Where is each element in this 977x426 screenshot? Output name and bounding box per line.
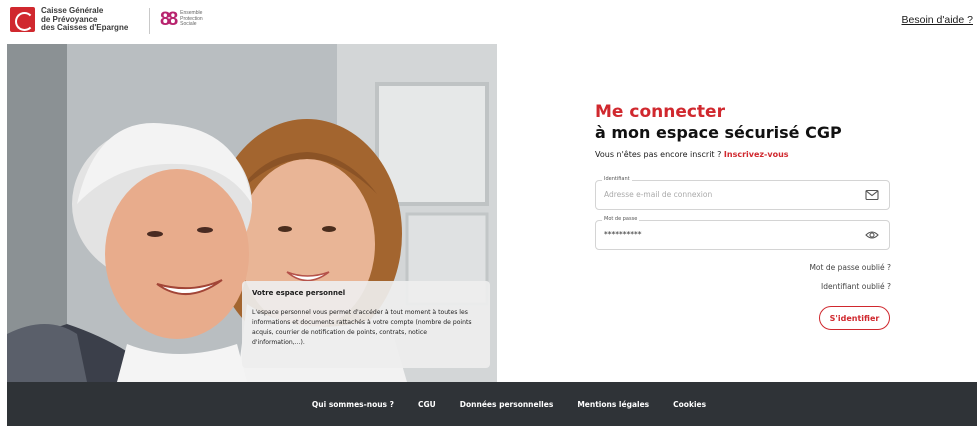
help-link[interactable]: Besoin d'aide ? bbox=[902, 14, 973, 26]
cgp-logo[interactable]: Caisse Générale de Prévoyance des Caisse… bbox=[10, 6, 129, 33]
partner-line-3: Sociale bbox=[180, 21, 197, 28]
page-subtitle: à mon espace sécurisé CGP bbox=[595, 123, 842, 142]
info-card-title: Votre espace personnel bbox=[252, 289, 346, 297]
site-footer: Qui sommes-nous ? CGU Données personnell… bbox=[7, 382, 977, 426]
mail-icon bbox=[865, 189, 879, 201]
site-header: Caisse Générale de Prévoyance des Caisse… bbox=[0, 0, 977, 44]
info-card: Votre espace personnel L'espace personne… bbox=[242, 281, 490, 368]
eye-icon[interactable] bbox=[865, 229, 879, 241]
eps-logo: 88 Ensemble Protection Sociale bbox=[160, 10, 203, 29]
password-label: Mot de passe bbox=[602, 216, 640, 222]
page-title: Me connecter bbox=[595, 102, 725, 122]
login-panel: Me connecter à mon espace sécurisé CGP V… bbox=[497, 44, 977, 382]
footer-link-cookies[interactable]: Cookies bbox=[673, 400, 706, 409]
footer-nav: Qui sommes-nous ? CGU Données personnell… bbox=[7, 382, 977, 426]
identifier-field[interactable]: Identifiant bbox=[595, 176, 890, 210]
info-card-text: L'espace personnel vous permet d'accéder… bbox=[252, 309, 472, 346]
login-button[interactable]: S'identifier bbox=[819, 306, 890, 330]
forgot-password-link[interactable]: Mot de passe oublié ? bbox=[809, 263, 891, 272]
footer-link-privacy[interactable]: Données personnelles bbox=[460, 400, 554, 409]
footer-link-about[interactable]: Qui sommes-nous ? bbox=[312, 400, 394, 409]
eps-logo-text: Ensemble Protection Sociale bbox=[180, 11, 203, 28]
signup-prompt: Vous n'êtes pas encore inscrit ? Inscriv… bbox=[595, 150, 789, 159]
identifier-input[interactable] bbox=[604, 190, 844, 199]
password-field[interactable]: Mot de passe bbox=[595, 216, 890, 250]
eps-logo-mark: 88 bbox=[160, 9, 178, 30]
footer-link-legal[interactable]: Mentions légales bbox=[577, 400, 649, 409]
signup-prompt-text: Vous n'êtes pas encore inscrit ? bbox=[595, 150, 722, 159]
password-input[interactable] bbox=[604, 230, 844, 239]
hero-photo: Votre espace personnel L'espace personne… bbox=[7, 44, 497, 382]
signup-link[interactable]: Inscrivez-vous bbox=[724, 150, 789, 159]
cgp-logo-text: Caisse Générale de Prévoyance des Caisse… bbox=[41, 6, 129, 33]
identifier-label: Identifiant bbox=[602, 176, 632, 182]
brand-line-3: des Caisses d'Epargne bbox=[41, 23, 129, 32]
cgp-logo-icon bbox=[10, 7, 35, 33]
forgot-identifier-link[interactable]: Identifiant oublié ? bbox=[821, 282, 891, 291]
footer-link-cgu[interactable]: CGU bbox=[418, 400, 436, 409]
logo-separator bbox=[149, 8, 150, 34]
